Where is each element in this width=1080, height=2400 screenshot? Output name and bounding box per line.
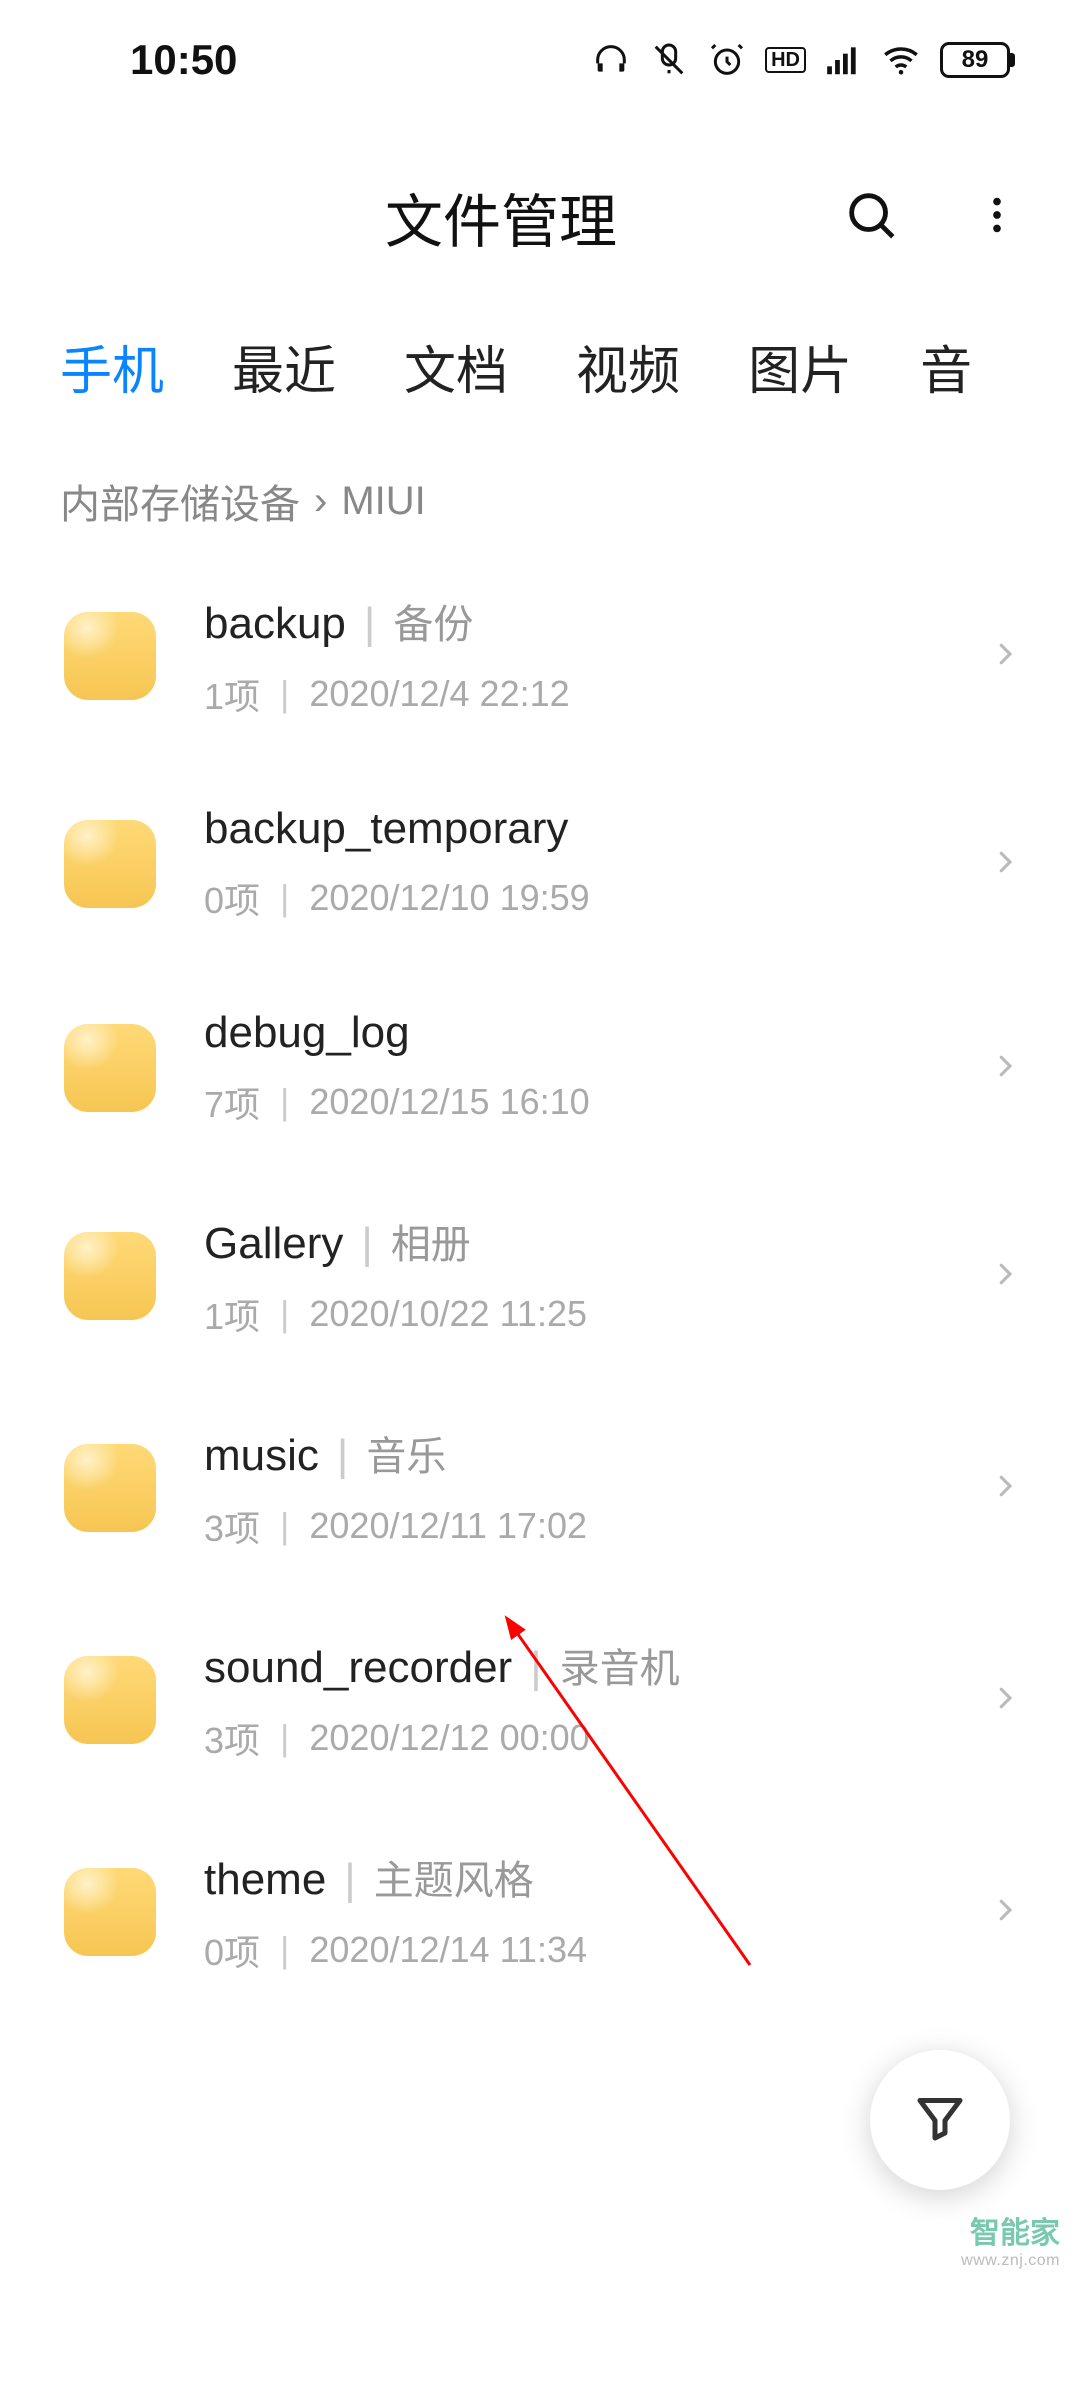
chevron-right-icon — [990, 840, 1020, 889]
chevron-right-icon — [990, 632, 1020, 681]
separator: | — [361, 1219, 372, 1269]
folder-row[interactable]: music | 音乐 3项 | 2020/12/11 17:02 — [40, 1382, 1040, 1594]
folder-item-count: 7项 — [204, 1076, 260, 1128]
folder-item-count: 0项 — [204, 1924, 260, 1976]
separator: | — [337, 1431, 348, 1481]
separator: | — [280, 673, 289, 715]
folder-date: 2020/12/15 16:10 — [309, 1081, 589, 1123]
folder-alias: 录音机 — [560, 1636, 680, 1694]
folder-icon — [60, 1226, 160, 1326]
folder-name: debug_log — [204, 1008, 410, 1058]
folder-date: 2020/10/22 11:25 — [309, 1293, 587, 1335]
folder-name: theme — [204, 1855, 326, 1905]
folder-date: 2020/12/12 00:00 — [309, 1717, 589, 1759]
folder-info: sound_recorder | 录音机 3项 | 2020/12/12 00:0… — [204, 1636, 970, 1764]
watermark: 智能家 www.znj.com — [961, 2208, 1060, 2270]
chevron-right-icon — [990, 1676, 1020, 1725]
status-indicators: HD 89 — [591, 39, 1010, 81]
separator: | — [280, 1505, 289, 1547]
folder-info: Gallery | 相册 1项 | 2020/10/22 11:25 — [204, 1212, 970, 1340]
tab-4[interactable]: 图片 — [748, 329, 852, 404]
chevron-right-icon — [990, 1252, 1020, 1301]
folder-row[interactable]: debug_log 7项 | 2020/12/15 16:10 — [40, 966, 1040, 1170]
folder-row[interactable]: theme | 主题风格 0项 | 2020/12/14 11:34 — [40, 1806, 1040, 2018]
folder-date: 2020/12/10 19:59 — [309, 877, 589, 919]
folder-alias: 主题风格 — [374, 1848, 534, 1906]
folder-name: backup — [204, 599, 346, 649]
tab-2[interactable]: 文档 — [404, 329, 508, 404]
folder-icon — [60, 1650, 160, 1750]
folder-item-count: 3项 — [204, 1500, 260, 1552]
mute-icon — [649, 40, 689, 80]
folder-icon — [60, 814, 160, 914]
page-title: 文件管理 — [160, 175, 842, 259]
separator: | — [280, 877, 289, 919]
more-icon[interactable] — [974, 192, 1020, 243]
separator: | — [364, 599, 375, 649]
chevron-right-icon: › — [314, 479, 327, 524]
folder-row[interactable]: Gallery | 相册 1项 | 2020/10/22 11:25 — [40, 1170, 1040, 1382]
folder-icon — [60, 1862, 160, 1962]
separator: | — [280, 1293, 289, 1335]
tab-3[interactable]: 视频 — [576, 329, 680, 404]
app-header: 文件管理 — [0, 120, 1080, 289]
separator: | — [280, 1717, 289, 1759]
filter-icon — [910, 2088, 970, 2153]
folder-info: music | 音乐 3项 | 2020/12/11 17:02 — [204, 1424, 970, 1552]
folder-name: music — [204, 1431, 319, 1481]
breadcrumb-current: MIUI — [341, 479, 425, 524]
folder-name: sound_recorder — [204, 1643, 512, 1693]
folder-icon — [60, 1438, 160, 1538]
tab-0[interactable]: 手机 — [60, 329, 164, 404]
chevron-right-icon — [990, 1888, 1020, 1937]
folder-item-count: 3项 — [204, 1712, 260, 1764]
folder-item-count: 0项 — [204, 872, 260, 924]
signal-icon — [824, 41, 862, 79]
folder-date: 2020/12/4 22:12 — [309, 673, 569, 715]
folder-alias: 相册 — [391, 1212, 471, 1270]
folder-icon — [60, 1018, 160, 1118]
folder-date: 2020/12/14 11:34 — [309, 1929, 587, 1971]
separator: | — [530, 1643, 541, 1693]
alarm-icon — [707, 40, 747, 80]
folder-alias: 音乐 — [366, 1424, 446, 1482]
watermark-text: 智能家 — [961, 2208, 1060, 2252]
status-time: 10:50 — [130, 36, 237, 84]
separator: | — [280, 1081, 289, 1123]
category-tabs: 手机最近文档视频图片音 — [0, 289, 1080, 434]
watermark-url: www.znj.com — [961, 2252, 1060, 2270]
battery-level: 89 — [962, 46, 989, 74]
folder-info: debug_log 7项 | 2020/12/15 16:10 — [204, 1008, 970, 1128]
folder-item-count: 1项 — [204, 1288, 260, 1340]
wifi-icon — [880, 39, 922, 81]
tab-1[interactable]: 最近 — [232, 329, 336, 404]
hd-icon: HD — [765, 47, 806, 73]
folder-list: backup | 备份 1项 | 2020/12/4 22:12 — [0, 550, 1080, 2018]
search-icon[interactable] — [842, 186, 900, 249]
folder-alias: 备份 — [393, 592, 473, 650]
chevron-right-icon — [990, 1044, 1020, 1093]
folder-icon — [60, 606, 160, 706]
breadcrumb-root[interactable]: 内部存储设备 — [60, 472, 300, 530]
folder-date: 2020/12/11 17:02 — [309, 1505, 587, 1547]
separator: | — [280, 1929, 289, 1971]
battery-indicator: 89 — [940, 42, 1010, 78]
chevron-right-icon — [990, 1464, 1020, 1513]
folder-item-count: 1项 — [204, 668, 260, 720]
folder-row[interactable]: sound_recorder | 录音机 3项 | 2020/12/12 00:0… — [40, 1594, 1040, 1806]
filter-button[interactable] — [870, 2050, 1010, 2190]
separator: | — [344, 1855, 355, 1905]
headphones-icon — [591, 40, 631, 80]
folder-row[interactable]: backup | 备份 1项 | 2020/12/4 22:12 — [40, 550, 1040, 762]
folder-info: theme | 主题风格 0项 | 2020/12/14 11:34 — [204, 1848, 970, 1976]
folder-name: backup_temporary — [204, 804, 568, 854]
folder-name: Gallery — [204, 1219, 343, 1269]
status-bar: 10:50 HD 89 — [0, 0, 1080, 120]
tab-5[interactable]: 音 — [920, 329, 972, 404]
breadcrumb[interactable]: 内部存储设备 › MIUI — [0, 434, 1080, 550]
folder-info: backup_temporary 0项 | 2020/12/10 19:59 — [204, 804, 970, 924]
folder-row[interactable]: backup_temporary 0项 | 2020/12/10 19:59 — [40, 762, 1040, 966]
folder-info: backup | 备份 1项 | 2020/12/4 22:12 — [204, 592, 970, 720]
